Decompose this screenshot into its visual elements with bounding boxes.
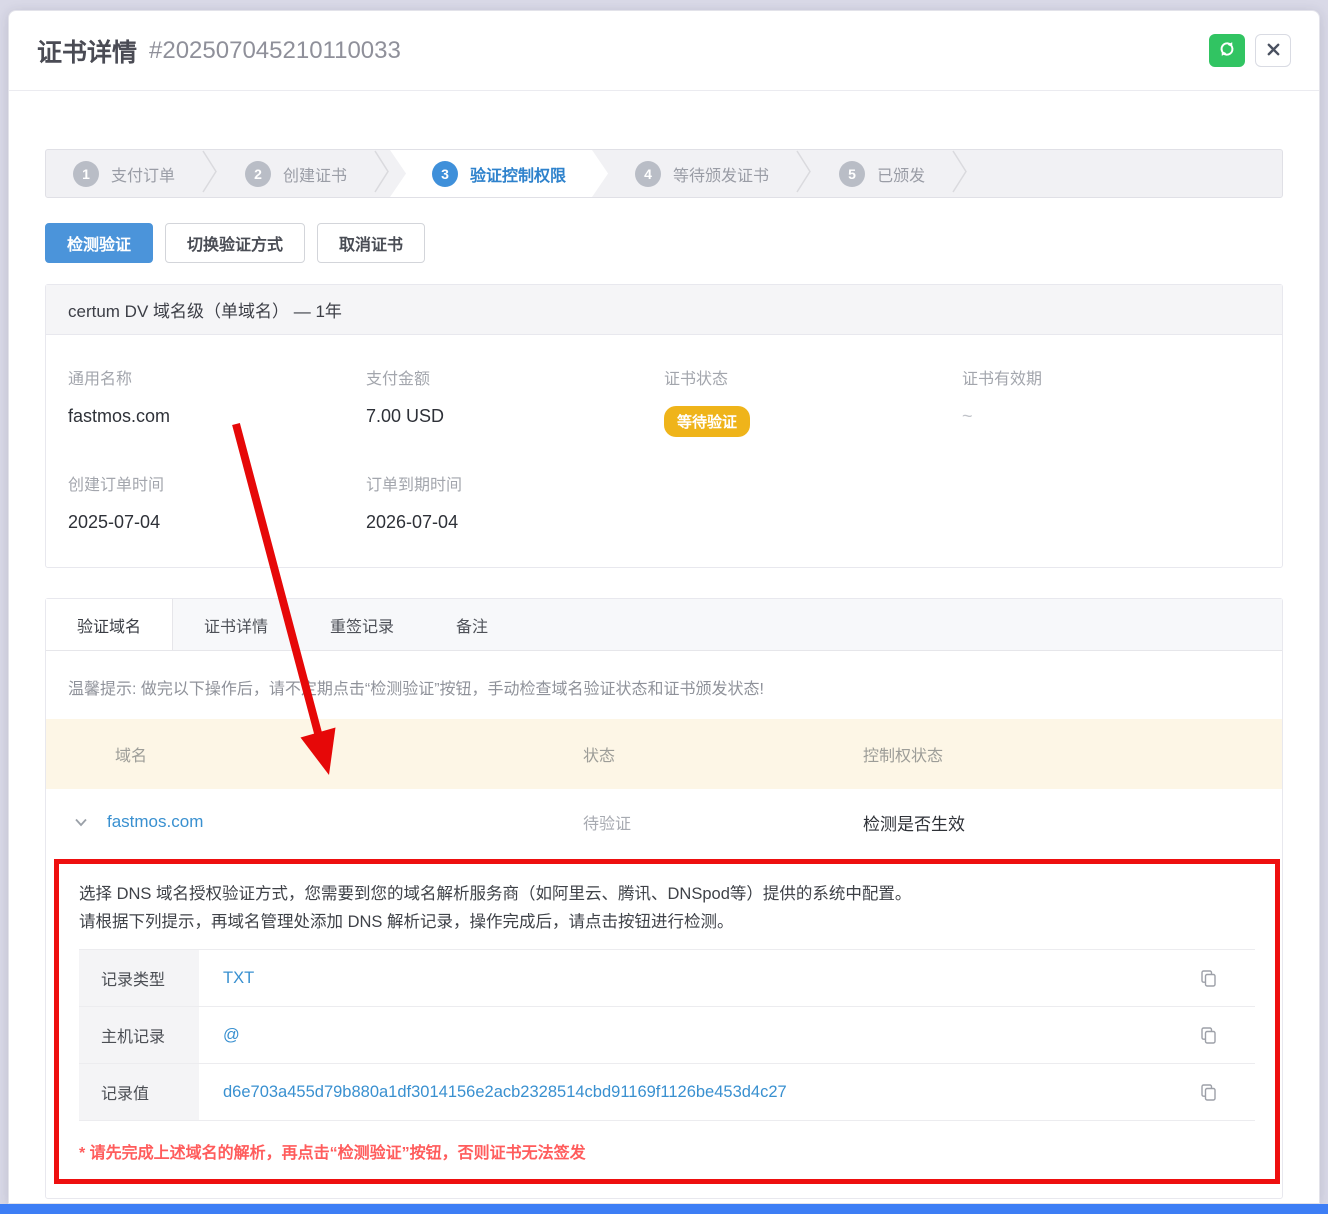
step-number: 3 — [432, 161, 458, 187]
certificate-detail-dialog: 证书详情 #202507045210110033 — [8, 10, 1320, 1204]
tab-bar: 验证域名 证书详情 重签记录 备注 — [46, 599, 1282, 651]
close-button[interactable] — [1255, 34, 1291, 67]
field-order-expires: 订单到期时间 2026-07-04 — [366, 471, 664, 533]
bottom-accent-bar — [0, 1204, 1328, 1214]
order-info-panel: certum DV 域名级（单域名） — 1年 通用名称 fastmos.com… — [45, 284, 1283, 568]
field-common-name: 通用名称 fastmos.com — [68, 365, 366, 437]
step-number: 1 — [73, 161, 99, 187]
copy-icon[interactable] — [1198, 1064, 1255, 1120]
order-fields: 通用名称 fastmos.com 支付金额 7.00 USD 证书状态 等待验证… — [46, 335, 1282, 567]
domain-link[interactable]: fastmos.com — [107, 812, 203, 832]
step-separator-icon — [952, 149, 968, 198]
step-verify-control: 3 验证控制权限 — [390, 150, 608, 197]
field-value: ~ — [962, 406, 1260, 427]
dns-host-record-row: 主机记录 @ — [79, 1007, 1255, 1064]
col-control-status: 控制权状态 — [863, 742, 1282, 766]
field-label: 订单到期时间 — [366, 471, 664, 495]
action-buttons: 检测验证 切换验证方式 取消证书 — [45, 223, 1283, 263]
record-label: 主机记录 — [79, 1007, 199, 1063]
field-value: 7.00 USD — [366, 406, 664, 427]
step-create-cert: 2 创建证书 — [218, 150, 374, 197]
record-value: TXT — [199, 950, 1198, 1006]
header-buttons — [1209, 34, 1291, 67]
field-value: fastmos.com — [68, 406, 366, 427]
order-number: #202507045210110033 — [149, 37, 401, 65]
step-issued: 5 已颁发 — [812, 150, 952, 197]
field-cert-validity: 证书有效期 ~ — [962, 365, 1260, 437]
dns-record-table: 记录类型 TXT 主机记录 @ — [79, 949, 1255, 1121]
field-cert-status: 证书状态 等待验证 — [664, 365, 962, 437]
field-value: 2026-07-04 — [366, 512, 664, 533]
dns-instruction-line2: 请根据下列提示，再域名管理处添加 DNS 解析记录，操作完成后，请点击按钮进行检… — [79, 908, 1255, 936]
chevron-down-icon[interactable] — [74, 817, 88, 827]
control-status-link[interactable]: 检测是否生效 — [863, 810, 1282, 835]
table-row: fastmos.com 待验证 检测是否生效 — [46, 789, 1282, 855]
refresh-icon — [1218, 40, 1236, 61]
domain-table-header: 域名 状态 控制权状态 — [46, 719, 1282, 789]
record-value: @ — [199, 1007, 1198, 1063]
step-pay-order: 1 支付订单 — [46, 150, 202, 197]
field-value: 2025-07-04 — [68, 512, 366, 533]
tab-verify-domain[interactable]: 验证域名 — [46, 599, 173, 650]
dns-record-value-row: 记录值 d6e703a455d79b880a1df3014156e2acb232… — [79, 1064, 1255, 1121]
step-label: 支付订单 — [111, 162, 175, 186]
check-verify-button[interactable]: 检测验证 — [45, 223, 153, 263]
record-value: d6e703a455d79b880a1df3014156e2acb2328514… — [199, 1064, 1198, 1120]
friendly-tip: 温馨提示: 做完以下操作后，请不定期点击“检测验证”按钮，手动检查域名验证状态和… — [46, 651, 1282, 719]
close-icon — [1267, 43, 1280, 59]
field-label: 通用名称 — [68, 365, 366, 389]
domain-status: 待验证 — [583, 810, 863, 834]
field-order-created: 创建订单时间 2025-07-04 — [68, 471, 366, 533]
switch-method-button[interactable]: 切换验证方式 — [165, 223, 305, 263]
col-domain: 域名 — [46, 742, 583, 766]
tab-reissue-log[interactable]: 重签记录 — [299, 599, 425, 650]
step-separator-icon — [374, 149, 390, 198]
copy-icon[interactable] — [1198, 1007, 1255, 1063]
step-number: 2 — [245, 161, 271, 187]
cancel-cert-button[interactable]: 取消证书 — [317, 223, 425, 263]
step-label: 创建证书 — [283, 162, 347, 186]
dns-record-type-row: 记录类型 TXT — [79, 950, 1255, 1007]
dns-instruction-line1: 选择 DNS 域名授权验证方式，您需要到您的域名解析服务商（如阿里云、腾讯、DN… — [79, 880, 1255, 908]
dialog-header: 证书详情 #202507045210110033 — [9, 11, 1319, 91]
col-status: 状态 — [583, 742, 863, 766]
step-number: 5 — [839, 161, 865, 187]
dns-warning-text: * 请先完成上述域名的解析，再点击“检测验证”按钮，否则证书无法签发 — [79, 1139, 1255, 1163]
step-label: 验证控制权限 — [470, 162, 566, 186]
detail-tabs-panel: 验证域名 证书详情 重签记录 备注 温馨提示: 做完以下操作后，请不定期点击“检… — [45, 598, 1283, 1199]
step-number: 4 — [635, 161, 661, 187]
step-separator-icon — [796, 149, 812, 198]
dns-verification-panel annotation-box: 选择 DNS 域名授权验证方式，您需要到您的域名解析服务商（如阿里云、腾讯、DN… — [54, 859, 1280, 1184]
copy-icon[interactable] — [1198, 950, 1255, 1006]
field-label: 证书有效期 — [962, 365, 1260, 389]
tab-cert-detail[interactable]: 证书详情 — [173, 599, 299, 650]
status-badge: 等待验证 — [664, 406, 750, 437]
field-paid-amount: 支付金额 7.00 USD — [366, 365, 664, 437]
page-title: 证书详情 — [37, 33, 137, 69]
step-label: 等待颁发证书 — [673, 162, 769, 186]
step-await-issue: 4 等待颁发证书 — [608, 150, 796, 197]
step-separator-icon — [202, 149, 218, 198]
progress-steps: 1 支付订单 2 创建证书 3 验证控制权限 4 等待颁发证书 5 已颁发 — [45, 149, 1283, 198]
refresh-button[interactable] — [1209, 34, 1245, 67]
record-label: 记录类型 — [79, 950, 199, 1006]
field-label: 创建订单时间 — [68, 471, 366, 495]
step-label: 已颁发 — [877, 162, 925, 186]
field-label: 证书状态 — [664, 365, 962, 389]
dialog-body: 1 支付订单 2 创建证书 3 验证控制权限 4 等待颁发证书 5 已颁发 — [9, 149, 1319, 1199]
record-label: 记录值 — [79, 1064, 199, 1120]
product-name: certum DV 域名级（单域名） — 1年 — [46, 285, 1282, 335]
field-label: 支付金额 — [366, 365, 664, 389]
tab-remarks[interactable]: 备注 — [425, 599, 519, 650]
